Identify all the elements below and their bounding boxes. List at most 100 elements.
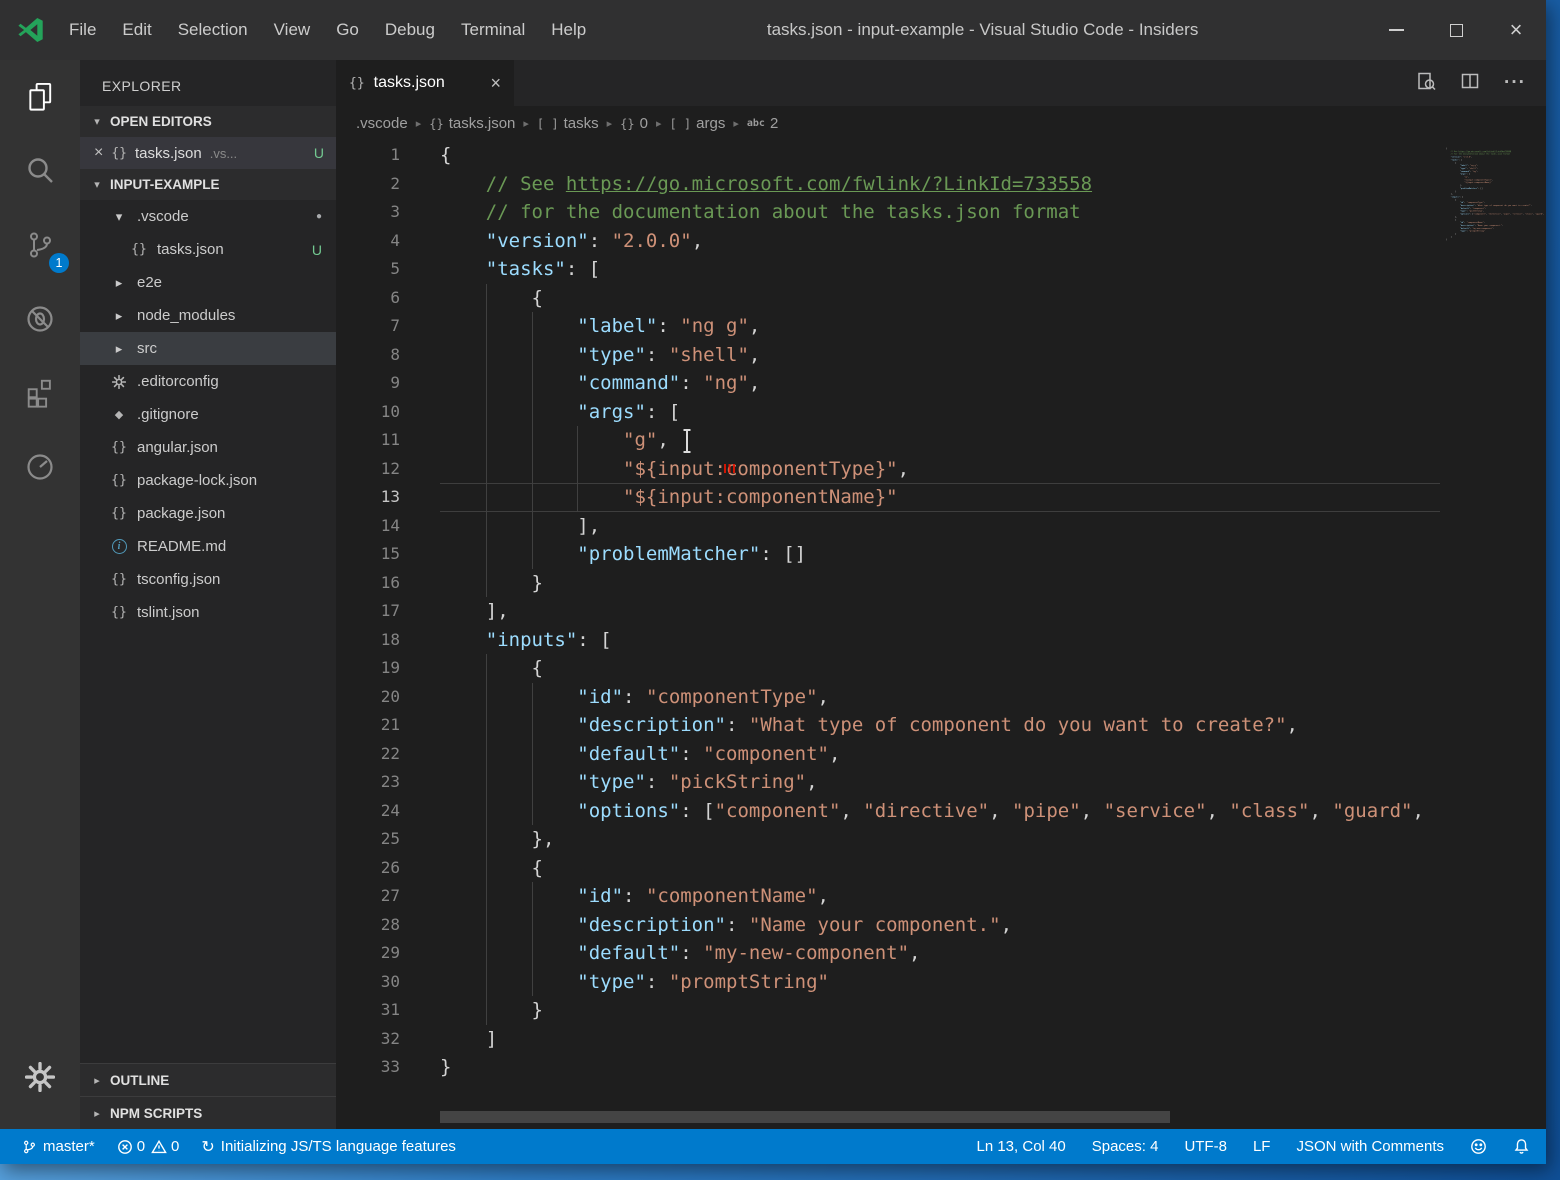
explorer-icon[interactable] bbox=[0, 60, 80, 134]
code-line-4[interactable]: "version": "2.0.0", bbox=[440, 227, 1546, 256]
code-line-18[interactable]: "inputs": [ bbox=[440, 626, 1546, 655]
source-control-icon[interactable]: 1 bbox=[0, 208, 80, 282]
line-number[interactable]: 13 bbox=[336, 483, 440, 512]
line-number[interactable]: 12 bbox=[336, 455, 440, 484]
line-number[interactable]: 19 bbox=[336, 654, 440, 683]
code-line-1[interactable]: { bbox=[440, 141, 1546, 170]
split-editor-icon[interactable] bbox=[1460, 71, 1480, 96]
breadcrumb-tasks[interactable]: [ ]tasks bbox=[537, 115, 599, 132]
git-branch-status[interactable]: master* bbox=[22, 1138, 95, 1155]
code-line-15[interactable]: "problemMatcher": [] bbox=[440, 540, 1546, 569]
line-number[interactable]: 33 bbox=[336, 1053, 440, 1082]
line-number[interactable]: 4 bbox=[336, 227, 440, 256]
breadcrumb-0[interactable]: {}0 bbox=[620, 115, 648, 132]
npm-scripts-section-header[interactable]: ▸ NPM SCRIPTS bbox=[80, 1096, 336, 1129]
line-number[interactable]: 14 bbox=[336, 512, 440, 541]
line-number[interactable]: 6 bbox=[336, 284, 440, 313]
line-number[interactable]: 25 bbox=[336, 825, 440, 854]
menu-view[interactable]: View bbox=[261, 0, 324, 60]
tab-tasks-json[interactable]: {} tasks.json × bbox=[336, 60, 514, 106]
more-actions-icon[interactable]: ··· bbox=[1504, 72, 1526, 94]
code-line-14[interactable]: ], bbox=[440, 512, 1546, 541]
search-icon[interactable] bbox=[0, 134, 80, 208]
language-mode[interactable]: JSON with Comments bbox=[1296, 1138, 1444, 1155]
code-line-7[interactable]: "label": "ng g", bbox=[440, 312, 1546, 341]
outline-section-header[interactable]: ▸ OUTLINE bbox=[80, 1063, 336, 1096]
debug-icon[interactable] bbox=[0, 282, 80, 356]
extensions-icon[interactable] bbox=[0, 356, 80, 430]
code-line-5[interactable]: "tasks": [ bbox=[440, 255, 1546, 284]
code-line-32[interactable]: ] bbox=[440, 1025, 1546, 1054]
tree-item-.gitignore[interactable]: ◆.gitignore bbox=[80, 398, 336, 431]
maximize-button[interactable] bbox=[1426, 0, 1486, 60]
tree-item-.editorconfig[interactable]: .editorconfig bbox=[80, 365, 336, 398]
line-number[interactable]: 32 bbox=[336, 1025, 440, 1054]
feedback-smiley-icon[interactable] bbox=[1470, 1138, 1487, 1155]
code-line-33[interactable]: } bbox=[440, 1053, 1546, 1082]
project-section-header[interactable]: ▾ INPUT-EXAMPLE bbox=[80, 169, 336, 200]
code-line-20[interactable]: "id": "componentType", bbox=[440, 683, 1546, 712]
breadcrumb-args[interactable]: [ ]args bbox=[669, 115, 725, 132]
code-line-22[interactable]: "default": "component", bbox=[440, 740, 1546, 769]
close-icon[interactable]: × bbox=[94, 144, 103, 162]
line-number[interactable]: 22 bbox=[336, 740, 440, 769]
menu-terminal[interactable]: Terminal bbox=[448, 0, 538, 60]
line-number[interactable]: 26 bbox=[336, 854, 440, 883]
code-line-25[interactable]: }, bbox=[440, 825, 1546, 854]
indentation-setting[interactable]: Spaces: 4 bbox=[1092, 1138, 1159, 1155]
code-line-24[interactable]: "options": ["component", "directive", "p… bbox=[440, 797, 1546, 826]
line-number[interactable]: 11 bbox=[336, 426, 440, 455]
minimize-button[interactable] bbox=[1366, 0, 1426, 60]
line-number[interactable]: 20 bbox=[336, 683, 440, 712]
close-icon[interactable]: × bbox=[490, 73, 501, 94]
cursor-position[interactable]: Ln 13, Col 40 bbox=[976, 1138, 1065, 1155]
line-number[interactable]: 24 bbox=[336, 797, 440, 826]
line-number[interactable]: 10 bbox=[336, 398, 440, 427]
open-changes-icon[interactable] bbox=[1416, 71, 1436, 96]
code-line-6[interactable]: { bbox=[440, 284, 1546, 313]
horizontal-scrollbar[interactable] bbox=[440, 1111, 1170, 1123]
line-number[interactable]: 28 bbox=[336, 911, 440, 940]
code-line-2[interactable]: // See https://go.microsoft.com/fwlink/?… bbox=[440, 170, 1546, 199]
open-editor-item[interactable]: × {} tasks.json .vs... U bbox=[80, 137, 336, 169]
line-number[interactable]: 29 bbox=[336, 939, 440, 968]
line-number[interactable]: 3 bbox=[336, 198, 440, 227]
breadcrumb-2[interactable]: abc2 bbox=[747, 115, 778, 132]
line-number[interactable]: 1 bbox=[336, 141, 440, 170]
line-number[interactable]: 5 bbox=[336, 255, 440, 284]
code-line-9[interactable]: "command": "ng", bbox=[440, 369, 1546, 398]
tree-item-angular.json[interactable]: {}angular.json bbox=[80, 431, 336, 464]
settings-gear-icon[interactable] bbox=[0, 1037, 80, 1117]
code-line-23[interactable]: "type": "pickString", bbox=[440, 768, 1546, 797]
tree-item-node_modules[interactable]: ▸node_modules bbox=[80, 299, 336, 332]
line-number[interactable]: 2 bbox=[336, 170, 440, 199]
code-line-17[interactable]: ], bbox=[440, 597, 1546, 626]
line-number[interactable]: 15 bbox=[336, 540, 440, 569]
tree-item-.vscode[interactable]: ▾.vscode● bbox=[80, 200, 336, 233]
minimap[interactable]: { // See https://go.microsoft.com/fwlink… bbox=[1440, 141, 1546, 1129]
tree-item-tasks.json[interactable]: {}tasks.jsonU bbox=[80, 233, 336, 266]
tree-item-tsconfig.json[interactable]: {}tsconfig.json bbox=[80, 563, 336, 596]
line-number[interactable]: 21 bbox=[336, 711, 440, 740]
menu-debug[interactable]: Debug bbox=[372, 0, 448, 60]
code-content[interactable]: { // See https://go.microsoft.com/fwlink… bbox=[440, 141, 1546, 1129]
menu-edit[interactable]: Edit bbox=[109, 0, 164, 60]
line-number[interactable]: 17 bbox=[336, 597, 440, 626]
code-line-21[interactable]: "description": "What type of component d… bbox=[440, 711, 1546, 740]
encoding-setting[interactable]: UTF-8 bbox=[1184, 1138, 1227, 1155]
menu-file[interactable]: File bbox=[56, 0, 109, 60]
tree-item-README.md[interactable]: iREADME.md bbox=[80, 530, 336, 563]
open-editors-section-header[interactable]: ▾ OPEN EDITORS bbox=[80, 106, 336, 137]
code-line-10[interactable]: "args": [ bbox=[440, 398, 1546, 427]
eol-setting[interactable]: LF bbox=[1253, 1138, 1271, 1155]
menu-go[interactable]: Go bbox=[323, 0, 372, 60]
line-number[interactable]: 23 bbox=[336, 768, 440, 797]
code-line-26[interactable]: { bbox=[440, 854, 1546, 883]
code-line-16[interactable]: } bbox=[440, 569, 1546, 598]
code-line-11[interactable]: "g", bbox=[440, 426, 1546, 455]
code-line-27[interactable]: "id": "componentName", bbox=[440, 882, 1546, 911]
menu-selection[interactable]: Selection bbox=[165, 0, 261, 60]
code-line-13[interactable]: "${input:componentName}" bbox=[440, 483, 1546, 512]
close-button[interactable]: × bbox=[1486, 0, 1546, 60]
code-line-3[interactable]: // for the documentation about the tasks… bbox=[440, 198, 1546, 227]
